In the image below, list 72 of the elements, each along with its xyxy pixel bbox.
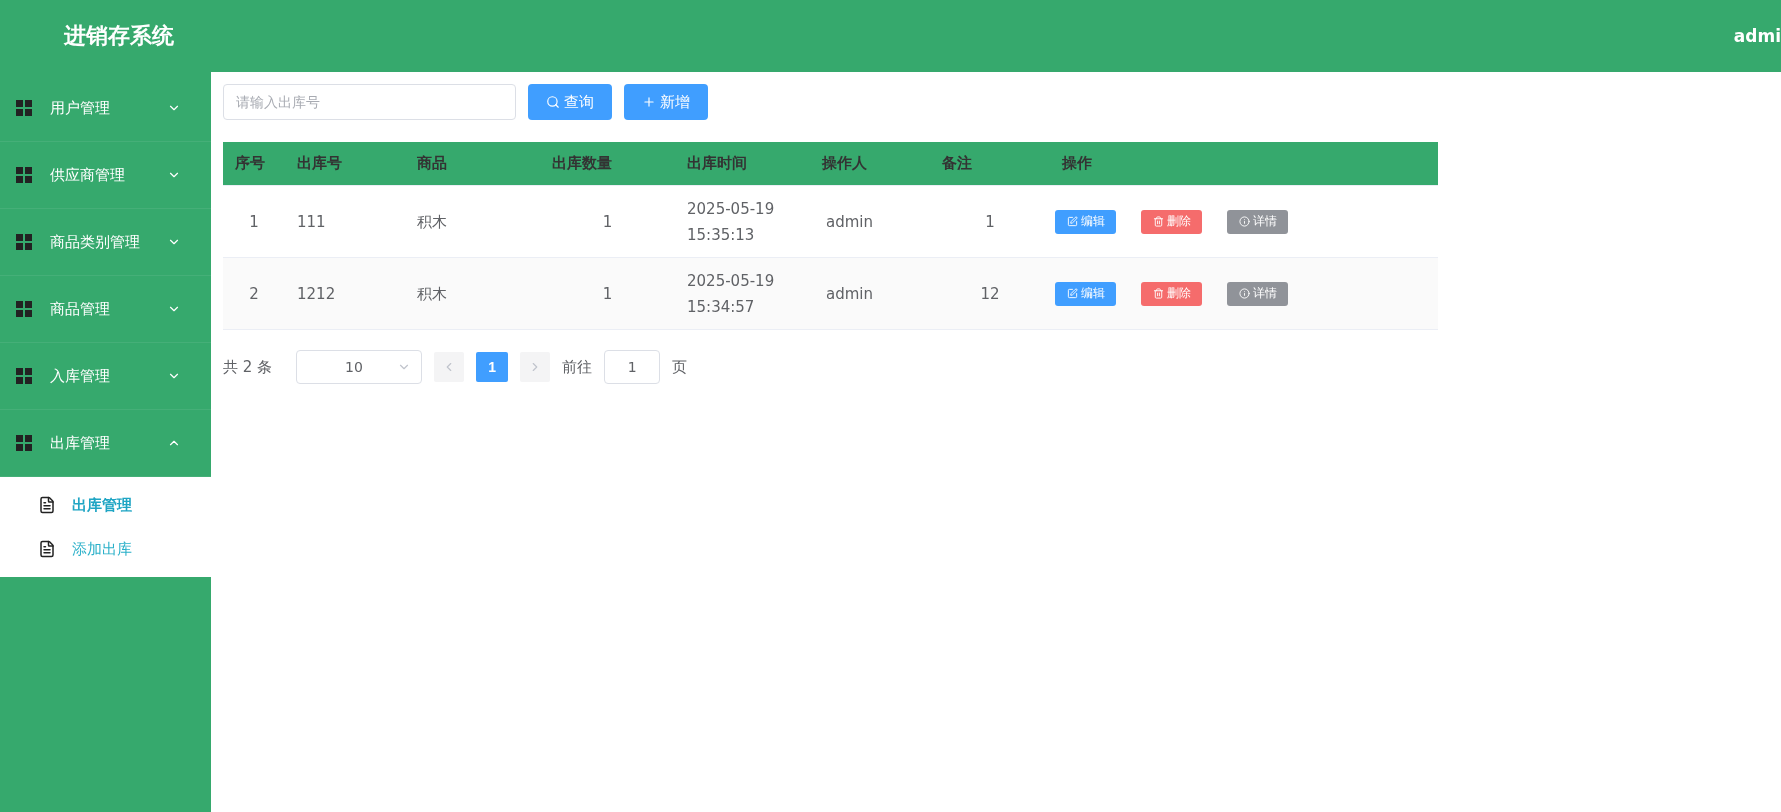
next-page-button[interactable] <box>520 352 551 382</box>
column-header: 出库时间 <box>686 154 748 173</box>
table-cell-text: 2 <box>248 283 260 305</box>
search-field[interactable]: 请输入出库号 <box>223 84 516 120</box>
search-button[interactable]: 查询 <box>528 84 612 120</box>
delete-button[interactable]: 删除 <box>1141 209 1202 234</box>
table-cell-text: 111 <box>296 211 327 233</box>
search-icon <box>546 95 560 109</box>
column-header: 商品 <box>416 154 448 173</box>
grid-icon <box>16 368 32 384</box>
submenu-label: 出库管理 <box>72 495 132 515</box>
info-button[interactable]: 详情 <box>1227 209 1288 234</box>
table-cell-text: 1 <box>984 211 996 233</box>
column-header: 操作人 <box>821 154 868 173</box>
trash-icon <box>1152 216 1164 227</box>
submenu-label: 添加出库 <box>72 539 132 559</box>
column-header: 序号 <box>234 154 266 173</box>
menu-item[interactable]: 供应商管理 <box>0 142 211 209</box>
document-icon <box>38 540 56 558</box>
delete-button[interactable]: 删除 <box>1141 281 1202 306</box>
menu-item[interactable]: 用户管理 <box>0 75 211 142</box>
grid-icon <box>16 301 32 317</box>
table-cell-text: 积木 <box>416 211 448 233</box>
info-icon <box>1238 216 1250 227</box>
submenu-item[interactable]: 添加出库 <box>0 527 211 571</box>
table-cell-text: admin <box>825 211 874 233</box>
table-cell-text: 1 <box>601 283 614 305</box>
trash-icon <box>1152 288 1164 299</box>
app-title: 进销存系统 <box>64 22 174 50</box>
grid-icon <box>16 435 32 451</box>
edit-icon <box>1066 216 1078 227</box>
table-cell-text: 2025-05-19 15:34:57 <box>686 270 776 318</box>
menu-item[interactable]: 商品管理 <box>0 276 211 343</box>
user-name[interactable]: admi <box>1733 26 1781 46</box>
table-cell-text: 1 <box>601 211 614 233</box>
table-cell-text: 1212 <box>296 283 337 305</box>
column-header: 出库号 <box>296 154 343 173</box>
menu-item[interactable]: 入库管理 <box>0 343 211 410</box>
page-size-select[interactable]: 10 <box>296 350 423 384</box>
menu-label: 供应商管理 <box>50 165 126 185</box>
grid-icon <box>16 167 32 183</box>
total-count: 共 2 条 <box>223 357 273 377</box>
add-button[interactable]: 新增 <box>624 84 708 120</box>
edit-button[interactable]: 编辑 <box>1055 281 1116 306</box>
column-header: 出库数量 <box>551 154 613 173</box>
menu-label: 用户管理 <box>50 98 111 118</box>
page-input[interactable]: 1 <box>604 350 661 384</box>
page-button[interactable]: 1 <box>476 352 509 382</box>
table-cell-text: 1 <box>248 211 260 233</box>
document-icon <box>38 496 56 514</box>
menu-label: 出库管理 <box>50 433 111 453</box>
plus-icon <box>642 95 656 109</box>
info-icon <box>1238 288 1250 299</box>
column-header: 备注 <box>941 154 973 173</box>
menu-label: 入库管理 <box>50 366 111 386</box>
edit-icon <box>1066 288 1078 299</box>
table-cell-text: 2025-05-19 15:35:13 <box>686 198 776 246</box>
column-header: 操作 <box>1061 154 1093 173</box>
menu-label: 商品类别管理 <box>50 232 141 252</box>
table-cell-text: admin <box>825 283 874 305</box>
menu-item[interactable]: 商品类别管理 <box>0 209 211 276</box>
edit-button[interactable]: 编辑 <box>1055 209 1116 234</box>
grid-icon <box>16 100 32 116</box>
table-cell-text: 12 <box>979 283 1001 305</box>
grid-icon <box>16 234 32 250</box>
previous-page-button[interactable] <box>434 352 465 382</box>
menu-label: 商品管理 <box>50 299 111 319</box>
page-suffix: 页 <box>672 357 688 377</box>
table-cell-text: 积木 <box>416 283 448 305</box>
goto-label: 前往 <box>562 357 593 377</box>
info-button[interactable]: 详情 <box>1227 281 1288 306</box>
submenu-item[interactable]: 出库管理 <box>0 483 211 527</box>
